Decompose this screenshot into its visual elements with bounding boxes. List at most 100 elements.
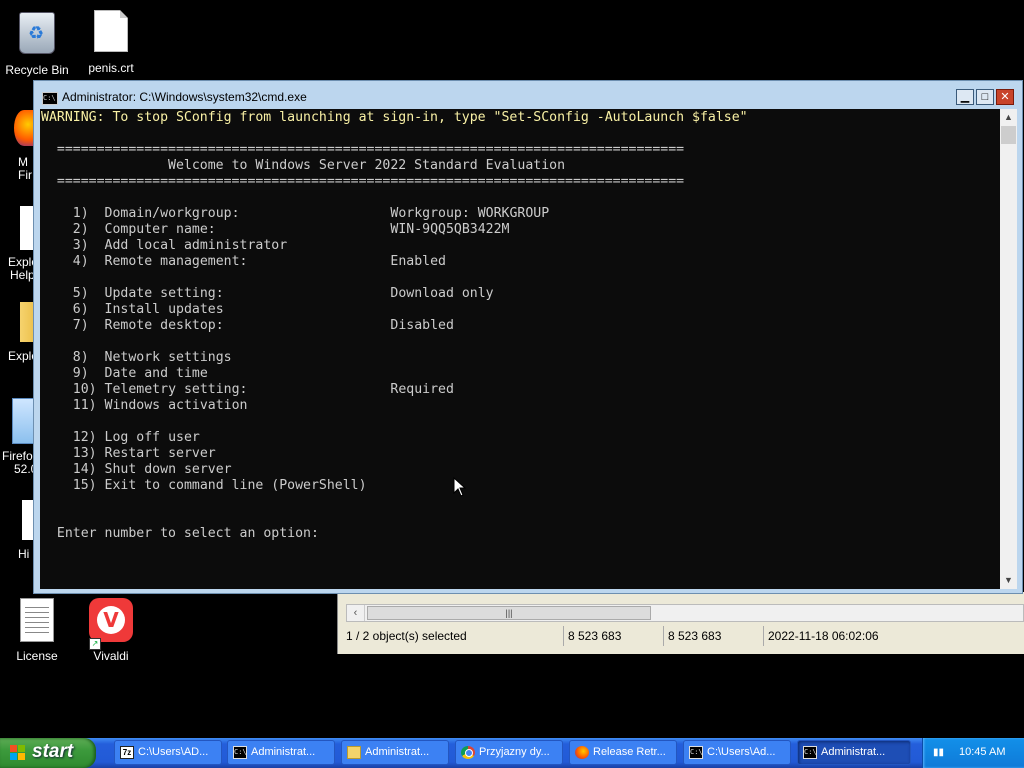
menu-option-number: 4): [72, 254, 89, 269]
taskbar-button-label: Administrat...: [365, 746, 430, 758]
menu-option-label: Install updates: [104, 302, 224, 317]
document-icon: [15, 598, 59, 646]
shortcut-arrow-icon: ↗: [89, 638, 101, 650]
menu-option-number: 12): [72, 430, 97, 445]
start-label: start: [32, 741, 74, 762]
scrollbar-thumb[interactable]: [1001, 126, 1016, 144]
menu-option-value: Disabled: [390, 318, 454, 333]
menu-option-label: Remote management:: [104, 254, 248, 269]
menu-option: 15) Exit to command line (PowerShell): [41, 478, 367, 493]
taskbar-button[interactable]: C:\ Administrat...: [227, 740, 335, 765]
menu-option-number: 9): [72, 366, 89, 381]
cmd-icon: C:\: [42, 92, 58, 105]
menu-option-number: 2): [72, 222, 89, 237]
taskbar-button-label: C:\Users\AD...: [138, 746, 209, 758]
explorer-status-bar: 1 / 2 object(s) selected 8 523 683 8 523…: [342, 626, 1024, 646]
menu-option-label: Update setting:: [104, 286, 224, 301]
cmd-window[interactable]: C:\ Administrator: C:\Windows\system32\c…: [33, 80, 1023, 594]
separator-line: ========================================…: [56, 174, 685, 189]
menu-option: 3) Add local administrator: [41, 238, 287, 253]
scroll-left-icon[interactable]: ‹: [347, 605, 365, 621]
file-icon: [89, 10, 133, 58]
cmd-icon: C:\: [803, 746, 817, 759]
menu-option: 2) Computer name: WIN-9QQ5QB3422M: [41, 222, 510, 237]
horizontal-scrollbar[interactable]: ‹ |||: [346, 604, 1024, 622]
vertical-scrollbar[interactable]: ▲ ▼: [1000, 109, 1017, 589]
desktop-icon-license[interactable]: License: [0, 598, 74, 663]
zz-icon: 7z: [120, 746, 134, 759]
menu-option: 6) Install updates: [41, 302, 224, 317]
scroll-up-icon[interactable]: ▲: [1000, 109, 1017, 126]
taskbar-button-label: Administrat...: [251, 746, 316, 758]
desktop-icon-recycle-bin[interactable]: Recycle Bin: [0, 8, 74, 77]
taskbar-button[interactable]: Przyjazny dy...: [455, 740, 563, 765]
menu-option-label: Restart server: [104, 446, 216, 461]
separator-line: ========================================…: [56, 142, 685, 157]
status-size: 8 523 683: [664, 626, 764, 646]
menu-option: 8) Network settings: [41, 350, 232, 365]
menu-option-value: Required: [390, 382, 454, 397]
desktop-icon-certificate[interactable]: penis.crt: [74, 8, 148, 75]
menu-option-label: Network settings: [104, 350, 232, 365]
menu-option-number: 15): [72, 478, 97, 493]
firefox-icon: [14, 110, 34, 146]
desktop-icon-label: penis.crt: [88, 61, 134, 75]
desktop-icon-label: Recycle Bin: [5, 63, 69, 77]
menu-option-label: Remote desktop:: [104, 318, 224, 333]
menu-option: 4) Remote management: Enabled: [41, 254, 446, 269]
taskbar-button-label: C:\Users\Ad...: [707, 746, 776, 758]
menu-option-number: 10): [72, 382, 97, 397]
window-title: Administrator: C:\Windows\system32\cmd.e…: [62, 90, 307, 104]
status-selection: 1 / 2 object(s) selected: [342, 626, 564, 646]
volume-icon[interactable]: ▮▮: [933, 747, 944, 759]
scroll-down-icon[interactable]: ▼: [1000, 572, 1017, 589]
clock[interactable]: 10:45 AM: [959, 746, 1005, 758]
desktop-icon-partial-mf[interactable]: M Fir: [14, 110, 34, 182]
taskbar-button[interactable]: 7z C:\Users\AD...: [114, 740, 222, 765]
minimize-button[interactable]: ▁: [956, 89, 974, 105]
taskbar-button-label: Przyjazny dy...: [479, 746, 550, 758]
taskbar-button[interactable]: C:\ C:\Users\Ad...: [683, 740, 791, 765]
menu-option-label: Domain/workgroup:: [104, 206, 240, 221]
menu-option: 1) Domain/workgroup: Workgroup: WORKGROU…: [41, 206, 549, 221]
warning-line: WARNING: To stop SConfig from launching …: [41, 110, 748, 125]
menu-option-label: Computer name:: [104, 222, 216, 237]
menu-option: 7) Remote desktop: Disabled: [41, 318, 454, 333]
desktop-icon-label: License: [16, 649, 58, 663]
menu-option-label: Telemetry setting:: [104, 382, 248, 397]
maximize-button[interactable]: □: [976, 89, 994, 105]
desktop-icon-label: Fir: [18, 168, 32, 182]
taskbar-button-label: Administrat...: [821, 746, 886, 758]
menu-option-label: Add local administrator: [104, 238, 288, 253]
menu-option: 9) Date and time: [41, 366, 208, 381]
title-bar[interactable]: C:\ Administrator: C:\Windows\system32\c…: [34, 81, 1022, 109]
close-button[interactable]: ✕: [996, 89, 1014, 105]
desktop-icon-label: Vivaldi: [93, 649, 129, 663]
scrollbar-thumb[interactable]: |||: [367, 606, 651, 620]
menu-option: 14) Shut down server: [41, 462, 232, 477]
windows-logo-icon: [10, 745, 26, 761]
taskbar-button[interactable]: Release Retr...: [569, 740, 677, 765]
cmd-icon: C:\: [689, 746, 703, 759]
menu-option-number: 13): [72, 446, 97, 461]
menu-option: 13) Restart server: [41, 446, 216, 461]
console-text: WARNING: To stop SConfig from launching …: [40, 109, 1000, 542]
taskbar-button[interactable]: C:\ Administrat...: [797, 740, 911, 765]
vivaldi-icon: ↗: [89, 598, 133, 650]
status-date: 2022-11-18 06:02:06: [768, 629, 879, 643]
firefox-icon: [575, 746, 589, 759]
system-tray: ▮▮ 10:45 AM: [922, 738, 1024, 768]
menu-option-label: Exit to command line (PowerShell): [104, 478, 367, 493]
menu-option-number: 14): [72, 462, 97, 477]
start-button[interactable]: start: [0, 738, 96, 768]
menu-option: 12) Log off user: [41, 430, 200, 445]
menu-option-number: 3): [72, 238, 89, 253]
desktop-icon-vivaldi[interactable]: ↗ Vivaldi: [74, 598, 148, 663]
input-prompt: Enter number to select an option:: [56, 526, 319, 541]
menu-option-value: WIN-9QQ5QB3422M: [390, 222, 510, 237]
menu-option: 5) Update setting: Download only: [41, 286, 494, 301]
menu-option-value: Workgroup: WORKGROUP: [390, 206, 550, 221]
menu-option-label: Log off user: [104, 430, 200, 445]
console-output[interactable]: WARNING: To stop SConfig from launching …: [40, 109, 1000, 589]
taskbar-button[interactable]: Administrat...: [341, 740, 449, 765]
